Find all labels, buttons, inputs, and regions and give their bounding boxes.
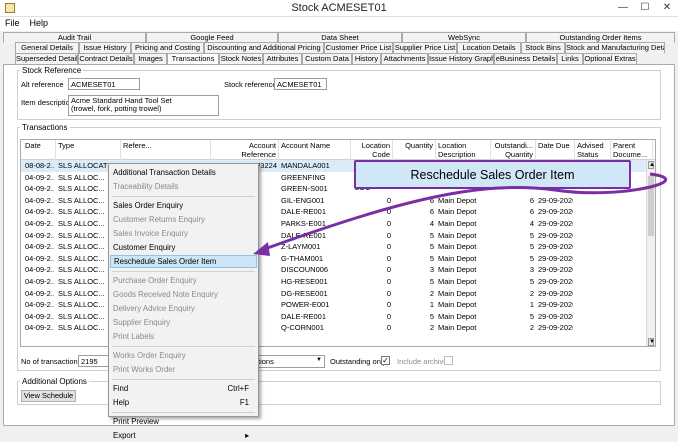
submenu-arrow-icon: ▸ <box>245 431 249 440</box>
callout-arrow-line <box>261 172 668 252</box>
callout-arrow-head <box>253 242 270 256</box>
callout-arrow <box>253 172 668 256</box>
menu-item-export[interactable]: Export ▸ <box>110 429 257 442</box>
menu-item-label: Export <box>113 431 136 440</box>
